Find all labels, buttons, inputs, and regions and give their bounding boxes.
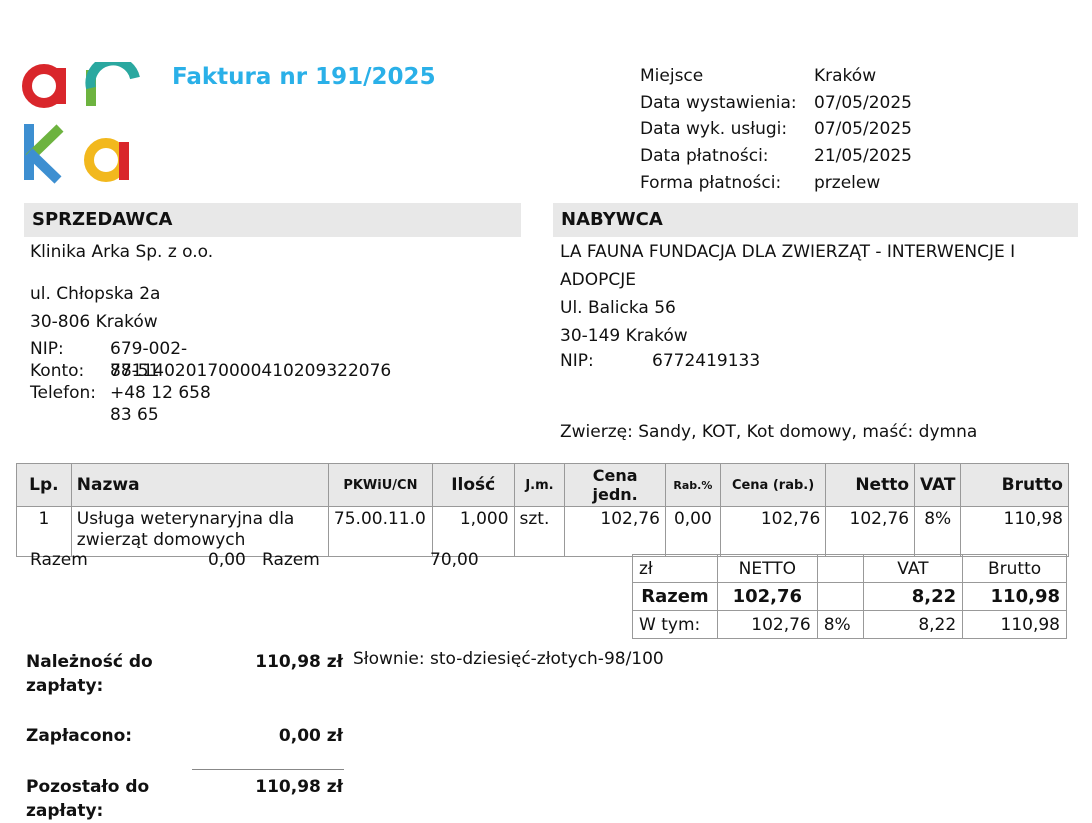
buyer-nip-row: NIP: 6772419133 <box>560 350 1070 372</box>
paid-label: Zapłacono: <box>26 726 133 746</box>
meta-value: 07/05/2025 <box>814 92 912 113</box>
meta-label: Data wystawienia: <box>640 92 797 113</box>
summary-cell: VAT <box>862 554 964 583</box>
meta-label: Miejsce <box>640 66 704 86</box>
meta-label: Data wyk. usługi: <box>640 119 788 139</box>
seller-phone-label: Telefon: <box>30 383 97 403</box>
due-amount: 110,98 zł <box>255 652 343 672</box>
summary-breakdown-row: W tym: 102,76 8% 8,22 110,98 <box>632 610 1067 639</box>
meta-row-service-date: Data wyk. usługi: 07/05/2025 <box>640 116 1060 143</box>
seller-account: 88114020170000410209322076 <box>110 361 392 381</box>
due-label: Należność do zapłaty: <box>26 652 153 696</box>
summary-cell: zł <box>632 554 718 583</box>
col-header: Cena (rab.) <box>719 463 827 507</box>
meta-row-payment-method: Forma płatności: przelew <box>640 170 1060 197</box>
summary-cell: 8% <box>816 610 864 639</box>
meta-row-payment-date: Data płatności: 21/05/2025 <box>640 143 1060 170</box>
summary-table: zł NETTO VAT Brutto Razem 102,76 8,22 11… <box>632 554 1067 639</box>
cell-vat: 8% <box>914 506 962 557</box>
meta-value: 07/05/2025 <box>814 119 912 139</box>
cell-unit: szt. <box>513 506 566 557</box>
summary-cell: 102,76 <box>716 582 818 611</box>
seller-heading: SPRZEDAWCA <box>24 203 521 237</box>
seller-phone-row: Telefon: +48 12 658 83 65 <box>30 382 213 425</box>
buyer-street: Ul. Balicka 56 <box>560 298 676 318</box>
remaining-amount: 110,98 zł <box>255 777 343 797</box>
seller-account-row: Konto: 88114020170000410209322076 <box>30 360 391 382</box>
col-header: Lp. <box>16 463 72 507</box>
col-header: Ilość <box>431 463 515 507</box>
col-header: J.m. <box>513 463 566 507</box>
seller-block: Klinika Arka Sp. z o.o. ul. Chłopska 2a … <box>30 238 391 425</box>
buyer-nip: 6772419133 <box>652 351 761 371</box>
seller-nip-row: NIP: 679-002-77-51 <box>30 338 213 381</box>
meta-value: 21/05/2025 <box>814 146 912 166</box>
seller-city: 30-806 Kraków <box>30 312 158 332</box>
summary-cell: 8,22 <box>862 582 964 611</box>
summary-cell: 110,98 <box>962 582 1067 611</box>
buyer-city: 30-149 Kraków <box>560 326 688 346</box>
summary-cell: W tym: <box>632 610 718 639</box>
summary-header-row: zł NETTO VAT Brutto <box>632 554 1067 583</box>
items-header-row: Lp. Nazwa PKWiU/CN Ilość J.m. Cena jedn.… <box>16 463 1069 507</box>
meta-label: Data płatności: <box>640 146 769 166</box>
cell-discount: 0,00 <box>664 506 721 557</box>
razem-value-2: 70,00 <box>430 550 479 570</box>
col-header: Brutto <box>960 463 1069 507</box>
cell-name: Usługa weterynaryjna dla zwierząt domowy… <box>70 506 329 557</box>
totals-divider <box>192 769 344 770</box>
razem-label-1: Razem <box>30 550 88 570</box>
buyer-heading: NABYWCA <box>553 203 1078 237</box>
razem-label-2: Razem <box>262 550 320 570</box>
summary-cell: 110,98 <box>962 610 1067 639</box>
buyer-nip-label: NIP: <box>560 351 594 371</box>
items-table: Lp. Nazwa PKWiU/CN Ilość J.m. Cena jedn.… <box>16 463 1069 557</box>
summary-total-row: Razem 102,76 8,22 110,98 <box>632 582 1067 611</box>
cell-discounted-price: 102,76 <box>719 506 827 557</box>
arka-logo <box>22 62 140 184</box>
summary-cell: Brutto <box>962 554 1067 583</box>
col-header: VAT <box>914 463 962 507</box>
col-header: PKWiU/CN <box>327 463 433 507</box>
summary-cell: 8,22 <box>862 610 964 639</box>
meta-row-issue-date: Data wystawienia: 07/05/2025 <box>640 90 1060 117</box>
cell-gross: 110,98 <box>960 506 1069 557</box>
summary-cell: NETTO <box>716 554 818 583</box>
cell-lp: 1 <box>16 506 72 557</box>
summary-cell: Razem <box>632 582 718 611</box>
seller-nip-label: NIP: <box>30 339 64 359</box>
col-header: Netto <box>825 463 916 507</box>
amount-in-words: Słownie: sto-dziesięć-złotych-98/100 <box>353 649 664 669</box>
razem-line: Razem 0,00 Razem 70,00 <box>30 550 630 576</box>
meta-label: Forma płatności: <box>640 173 782 193</box>
cell-unit-price: 102,76 <box>564 506 666 557</box>
remaining-label: Pozostało do zapłaty: <box>26 777 150 821</box>
invoice-meta: Miejsce Kraków Data wystawienia: 07/05/2… <box>640 63 1060 197</box>
seller-name: Klinika Arka Sp. z o.o. <box>30 242 214 262</box>
animal-info: Zwierzę: Sandy, KOT, Kot domowy, maść: d… <box>560 422 978 442</box>
seller-account-label: Konto: <box>30 361 85 381</box>
meta-row-place: Miejsce Kraków <box>640 63 1060 90</box>
meta-value: przelew <box>814 173 881 193</box>
summary-cell <box>816 554 864 583</box>
seller-phone: +48 12 658 83 65 <box>110 383 211 425</box>
paid-amount: 0,00 zł <box>278 726 343 746</box>
col-header: Nazwa <box>70 463 329 507</box>
seller-street: ul. Chłopska 2a <box>30 284 161 304</box>
cell-net: 102,76 <box>825 506 916 557</box>
buyer-block: LA FAUNA FUNDACJA DLA ZWIERZĄT - INTERWE… <box>560 238 1070 372</box>
razem-value-1: 0,00 <box>208 550 246 570</box>
summary-cell <box>816 582 864 611</box>
invoice-title: Faktura nr 191/2025 <box>172 64 436 90</box>
summary-cell: 102,76 <box>716 610 818 639</box>
col-header: Rab.% <box>664 463 721 507</box>
cell-pkwiu: 75.00.11.0 <box>327 506 433 557</box>
col-header: Cena jedn. <box>564 463 666 507</box>
table-row: 1 Usługa weterynaryjna dla zwierząt domo… <box>16 506 1069 557</box>
cell-qty: 1,000 <box>431 506 515 557</box>
meta-value: Kraków <box>814 66 877 86</box>
buyer-name: LA FAUNA FUNDACJA DLA ZWIERZĄT - INTERWE… <box>560 242 1016 290</box>
